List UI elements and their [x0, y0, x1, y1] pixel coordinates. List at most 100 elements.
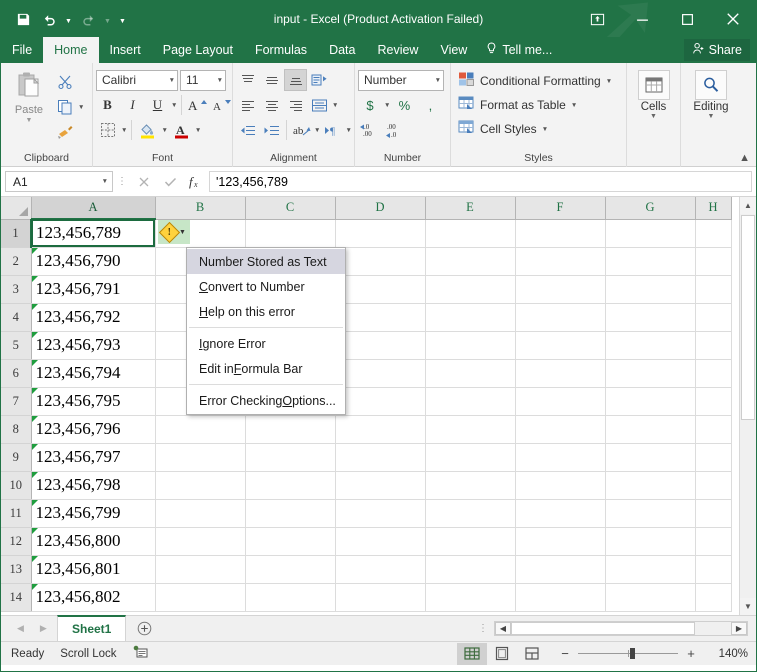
text-direction-dropdown-icon[interactable]: ▼: [314, 127, 320, 134]
cell-e8[interactable]: [425, 415, 515, 443]
cell-h11[interactable]: [695, 499, 731, 527]
scroll-up-icon[interactable]: ▲: [740, 197, 757, 214]
cell-e1[interactable]: [425, 219, 515, 247]
cell-f10[interactable]: [515, 471, 605, 499]
format-painter-button[interactable]: [54, 121, 84, 143]
enter-icon[interactable]: [157, 171, 183, 193]
column-header-g[interactable]: G: [605, 197, 695, 219]
cell-f14[interactable]: [515, 583, 605, 611]
cell-a14[interactable]: 123,456,802: [31, 583, 155, 611]
cell-f13[interactable]: [515, 555, 605, 583]
cell-a4[interactable]: 123,456,792: [31, 303, 155, 331]
font-color-dropdown-icon[interactable]: ▼: [195, 127, 201, 134]
increase-decimal-icon[interactable]: .00.0: [384, 119, 408, 141]
cell-e9[interactable]: [425, 443, 515, 471]
tab-formulas[interactable]: Formulas: [244, 37, 318, 63]
font-name-combo[interactable]: Calibri ▼: [96, 70, 178, 91]
cell-a10[interactable]: 123,456,798: [31, 471, 155, 499]
accessibility-checker-icon[interactable]: [133, 645, 148, 662]
align-middle-icon[interactable]: [260, 69, 283, 91]
cell-g4[interactable]: [605, 303, 695, 331]
menu-item-convert-to-number[interactable]: Convert to Number: [187, 274, 345, 299]
row-header-1[interactable]: 1: [1, 219, 31, 247]
column-header-e[interactable]: E: [425, 197, 515, 219]
cell-e6[interactable]: [425, 359, 515, 387]
column-header-c[interactable]: C: [245, 197, 335, 219]
cell-g6[interactable]: [605, 359, 695, 387]
currency-format-button[interactable]: $: [358, 94, 382, 116]
cell-a3[interactable]: 123,456,791: [31, 275, 155, 303]
cell-a13[interactable]: 123,456,801: [31, 555, 155, 583]
undo-dropdown-icon[interactable]: ▼: [63, 6, 74, 32]
cell-b14[interactable]: [155, 583, 245, 611]
font-size-combo[interactable]: 11 ▼: [180, 70, 226, 91]
borders-dropdown-icon[interactable]: ▼: [121, 127, 127, 134]
share-button[interactable]: Share: [684, 39, 750, 61]
cell-e13[interactable]: [425, 555, 515, 583]
format-as-table-button[interactable]: Format as Table ▼: [454, 94, 616, 116]
bold-button[interactable]: B: [96, 94, 119, 116]
cell-d7[interactable]: [335, 387, 425, 415]
cell-h4[interactable]: [695, 303, 731, 331]
cell-f3[interactable]: [515, 275, 605, 303]
cell-h2[interactable]: [695, 247, 731, 275]
cell-d6[interactable]: [335, 359, 425, 387]
cell-b10[interactable]: [155, 471, 245, 499]
add-sheet-icon[interactable]: [126, 616, 162, 641]
cell-c9[interactable]: [245, 443, 335, 471]
column-header-f[interactable]: F: [515, 197, 605, 219]
row-header-4[interactable]: 4: [1, 303, 31, 331]
align-center-icon[interactable]: [260, 94, 283, 116]
cell-a2[interactable]: 123,456,790: [31, 247, 155, 275]
cell-c13[interactable]: [245, 555, 335, 583]
italic-button[interactable]: I: [121, 94, 144, 116]
cell-h12[interactable]: [695, 527, 731, 555]
cell-f4[interactable]: [515, 303, 605, 331]
orientation-icon[interactable]: [308, 69, 331, 91]
scroll-right-icon[interactable]: ▶: [731, 622, 747, 635]
cell-h7[interactable]: [695, 387, 731, 415]
scroll-down-icon[interactable]: ▼: [740, 598, 757, 615]
horizontal-scrollbar[interactable]: ◀ ▶: [494, 621, 748, 636]
cell-a1[interactable]: 123,456,789: [31, 219, 155, 247]
cell-f11[interactable]: [515, 499, 605, 527]
menu-item-edit-in-formula-bar[interactable]: Edit in Formula Bar: [187, 356, 345, 381]
cell-a11[interactable]: 123,456,799: [31, 499, 155, 527]
paste-button[interactable]: Paste ▼: [4, 67, 54, 124]
undo-icon[interactable]: [37, 6, 61, 32]
column-header-h[interactable]: H: [695, 197, 731, 219]
cell-a9[interactable]: 123,456,797: [31, 443, 155, 471]
borders-icon[interactable]: [96, 119, 119, 141]
currency-dropdown-icon[interactable]: ▼: [384, 102, 390, 109]
sheet-tab-sheet1[interactable]: Sheet1: [57, 615, 126, 641]
cell-g3[interactable]: [605, 275, 695, 303]
cell-e5[interactable]: [425, 331, 515, 359]
cell-d10[interactable]: [335, 471, 425, 499]
select-all-button[interactable]: [1, 197, 31, 219]
editing-dropdown-icon[interactable]: ▼: [708, 113, 715, 120]
cell-g8[interactable]: [605, 415, 695, 443]
next-sheet-icon[interactable]: ▶: [40, 623, 47, 634]
cell-e7[interactable]: [425, 387, 515, 415]
row-header-9[interactable]: 9: [1, 443, 31, 471]
conditional-formatting-dropdown-icon[interactable]: ▼: [606, 78, 612, 85]
cell-g11[interactable]: [605, 499, 695, 527]
cell-h3[interactable]: [695, 275, 731, 303]
cell-e12[interactable]: [425, 527, 515, 555]
decrease-decimal-icon[interactable]: .0.00: [358, 119, 382, 141]
cell-d14[interactable]: [335, 583, 425, 611]
row-header-14[interactable]: 14: [1, 583, 31, 611]
align-right-icon[interactable]: [284, 94, 307, 116]
tab-insert[interactable]: Insert: [99, 37, 152, 63]
insert-function-icon[interactable]: fx: [183, 171, 209, 193]
cell-e11[interactable]: [425, 499, 515, 527]
cell-styles-button[interactable]: Cell Styles ▼: [454, 118, 616, 140]
formula-input[interactable]: '123,456,789: [209, 171, 752, 192]
percent-format-button[interactable]: %: [392, 94, 416, 116]
cell-g9[interactable]: [605, 443, 695, 471]
menu-item-ignore-error[interactable]: Ignore Error: [187, 331, 345, 356]
format-as-table-dropdown-icon[interactable]: ▼: [571, 102, 577, 109]
cell-b9[interactable]: [155, 443, 245, 471]
cell-g10[interactable]: [605, 471, 695, 499]
font-size-dropdown-icon[interactable]: ▼: [217, 77, 223, 84]
